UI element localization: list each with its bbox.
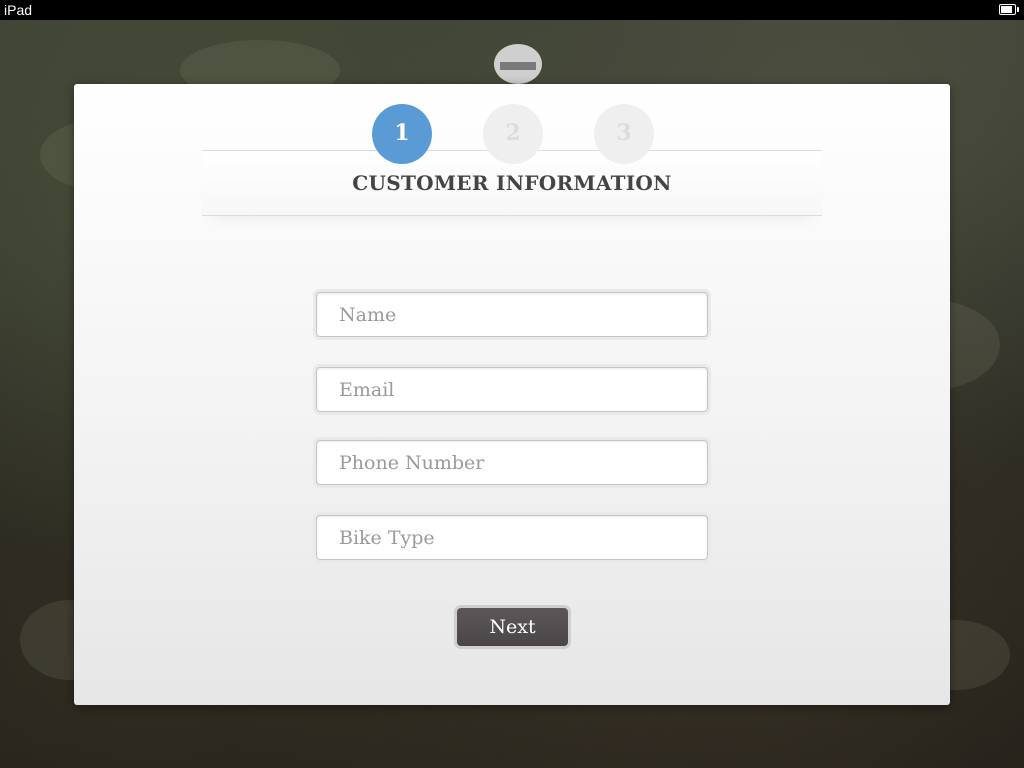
device-name: iPad bbox=[4, 2, 33, 18]
step-indicator-3[interactable]: 3 bbox=[594, 104, 654, 164]
name-input[interactable] bbox=[316, 292, 708, 337]
battery-icon bbox=[999, 4, 1019, 15]
phone-number-input[interactable] bbox=[316, 440, 708, 485]
status-bar: iPad bbox=[0, 0, 1024, 20]
next-button[interactable]: Next bbox=[457, 608, 568, 646]
step-indicator-2[interactable]: 2 bbox=[483, 104, 543, 164]
bike-type-input[interactable] bbox=[316, 515, 708, 560]
email-input[interactable] bbox=[316, 367, 708, 412]
step-indicator-1[interactable]: 1 bbox=[372, 104, 432, 164]
rider-helmet bbox=[494, 44, 542, 84]
form-card: CUSTOMER INFORMATION 1 2 3 Next bbox=[74, 84, 950, 705]
